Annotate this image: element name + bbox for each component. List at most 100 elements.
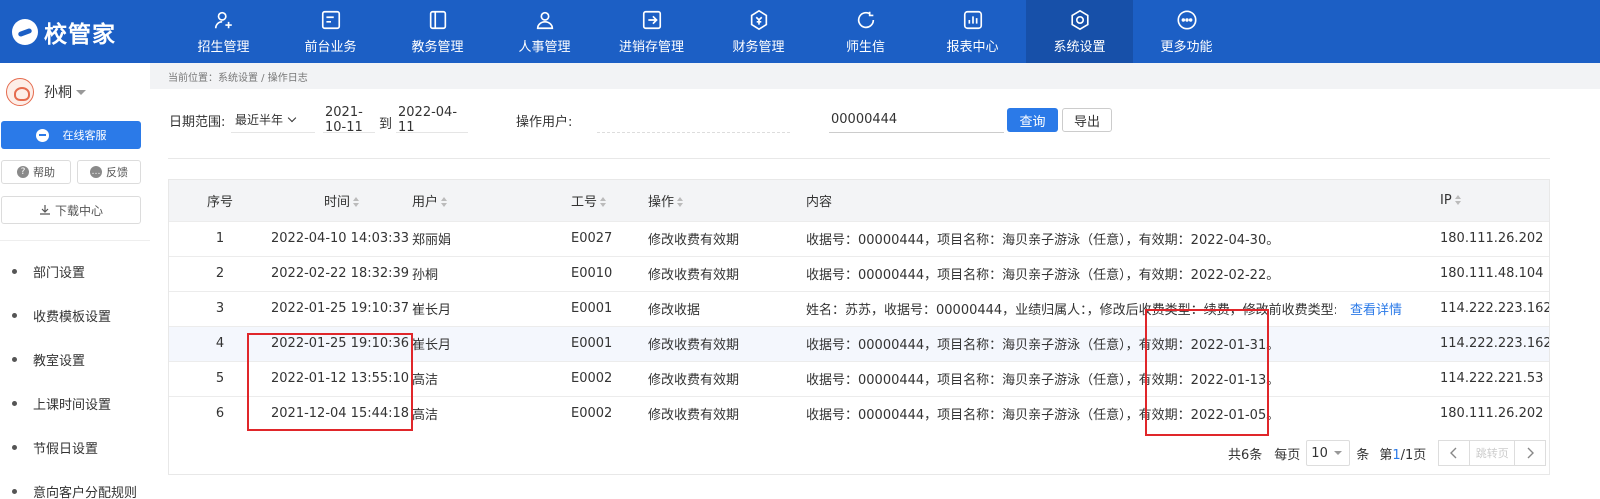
column-header-user[interactable]: 用户 xyxy=(412,180,571,221)
to-label: 到 xyxy=(379,117,393,132)
sort-icon[interactable] xyxy=(677,197,684,208)
sort-icon[interactable] xyxy=(353,197,359,208)
sidebar: 孙桐 在线客服 ? 帮助 … 反馈 下载中心 部门设置 收费模板设置 教室设置 … xyxy=(0,63,150,499)
nav-item-messages[interactable]: 师生信 xyxy=(812,0,919,63)
date-range-value: 最近半年 xyxy=(235,113,284,127)
top-navbar: 校管家 招生管理 前台业务 教务管理 人事管理 进销存管理 财务管理 师生信 报… xyxy=(0,0,1600,63)
sort-icon[interactable] xyxy=(1454,195,1461,206)
keyword-input[interactable]: 00000444 xyxy=(829,107,1004,133)
nav-label: 报表中心 xyxy=(946,39,999,55)
cell-emp: E0027 xyxy=(571,231,613,246)
cell-emp: E0010 xyxy=(571,266,613,281)
feedback-button[interactable]: … 反馈 xyxy=(77,160,141,184)
user-menu[interactable]: 孙桐 xyxy=(0,63,150,121)
keyword-value: 00000444 xyxy=(831,112,898,127)
export-button[interactable]: 导出 xyxy=(1062,108,1112,132)
date-range-label: 日期范围: xyxy=(169,115,226,130)
avatar xyxy=(6,78,34,106)
cell-emp: E0001 xyxy=(571,301,613,316)
nav-item-academic[interactable]: 教务管理 xyxy=(384,0,491,63)
menu-item-label: 意向客户分配规则 xyxy=(33,485,138,499)
cell-user: 崔长月 xyxy=(412,338,452,353)
main-content: 当前位置：系统设置 / 操作日志 日期范围: 最近半年 2021-10-11 到… xyxy=(150,63,1600,499)
feedback-label: 反馈 xyxy=(106,166,128,179)
nav-label: 前台业务 xyxy=(304,39,357,55)
filter-bar: 日期范围: 最近半年 2021-10-11 到 2022-04-11 操作用户:… xyxy=(169,103,1569,137)
help-button[interactable]: ? 帮助 xyxy=(1,160,71,184)
cell-content: 收据号：00000444，项目名称：海贝亲子游泳（任意），有效期：2022-04… xyxy=(806,233,1280,248)
menu-item-fee-template[interactable]: 收费模板设置 xyxy=(0,293,150,337)
download-center-button[interactable]: 下载中心 xyxy=(1,196,141,224)
annotation-box-expiry xyxy=(1145,309,1269,436)
cell-no: 2 xyxy=(215,266,225,281)
nav-item-hr[interactable]: 人事管理 xyxy=(491,0,598,63)
start-date-value: 2021-10-11 xyxy=(325,104,363,135)
settings-menu: 部门设置 收费模板设置 教室设置 上课时间设置 节假日设置 意向客户分配规则 xyxy=(0,241,150,499)
inventory-icon xyxy=(642,10,661,29)
pagination: 共6条 每页 10 条 第1/1页 跳转页 xyxy=(1228,439,1547,467)
view-details-link[interactable]: 查看详情 xyxy=(1350,303,1402,318)
column-header-ip[interactable]: IP xyxy=(1440,180,1549,221)
start-date-input[interactable]: 2021-10-11 xyxy=(323,104,375,135)
cell-no: 3 xyxy=(215,301,225,316)
caret-down-icon xyxy=(1333,451,1342,455)
nav-label: 财务管理 xyxy=(732,39,785,55)
menu-item-label: 节假日设置 xyxy=(33,441,99,457)
nav-label: 更多功能 xyxy=(1160,39,1213,55)
main-nav: 招生管理 前台业务 教务管理 人事管理 进销存管理 财务管理 师生信 报表中心 xyxy=(170,0,1240,63)
cell-ip: 180.111.26.202 xyxy=(1440,231,1544,246)
page-indicator: 第1/1页 xyxy=(1379,447,1427,463)
cell-ip: 114.222.221.53 xyxy=(1440,371,1544,386)
online-service-button[interactable]: 在线客服 xyxy=(1,121,141,149)
user-name: 孙桐 xyxy=(44,85,72,101)
column-header-emp[interactable]: 工号 xyxy=(571,180,648,221)
nav-item-reports[interactable]: 报表中心 xyxy=(919,0,1026,63)
menu-item-label: 收费模板设置 xyxy=(33,309,112,325)
nav-item-frontdesk[interactable]: 前台业务 xyxy=(277,0,384,63)
sort-icon[interactable] xyxy=(441,197,448,208)
menu-item-lead-rules[interactable]: 意向客户分配规则 xyxy=(0,469,150,499)
menu-item-classroom[interactable]: 教室设置 xyxy=(0,337,150,381)
column-header-time[interactable]: 时间 xyxy=(271,180,412,221)
menu-item-department[interactable]: 部门设置 xyxy=(0,249,150,293)
operator-input[interactable] xyxy=(597,107,790,133)
nav-item-settings[interactable]: 系统设置 xyxy=(1026,0,1133,63)
date-range-select[interactable]: 最近半年 xyxy=(231,107,315,133)
page-size-select[interactable]: 10 xyxy=(1306,440,1351,466)
cell-user: 高洁 xyxy=(412,373,439,388)
feedback-icon: … xyxy=(90,166,102,178)
column-header-op[interactable]: 操作 xyxy=(648,180,806,221)
total-count: 共6条 xyxy=(1228,447,1263,463)
report-icon xyxy=(963,10,982,29)
cell-op: 修改收费有效期 xyxy=(648,408,740,424)
nav-item-more[interactable]: 更多功能 xyxy=(1133,0,1240,63)
per-page-unit: 条 xyxy=(1356,447,1370,463)
divider xyxy=(168,158,1550,159)
online-service-label: 在线客服 xyxy=(62,129,107,142)
nav-item-finance[interactable]: 财务管理 xyxy=(705,0,812,63)
chat-icon xyxy=(857,11,874,28)
logo[interactable]: 校管家 xyxy=(0,0,170,63)
table-row: 3 2022-01-25 19:10:37 崔长月 E0001 修改收据 姓名：… xyxy=(169,291,1549,326)
prev-page-button[interactable] xyxy=(1438,440,1471,466)
cell-ip: 180.111.26.202 xyxy=(1440,406,1544,422)
nav-item-inventory[interactable]: 进销存管理 xyxy=(598,0,705,63)
cell-content: 收据号：00000444，项目名称：海贝亲子游泳（任意），有效期：2022-01… xyxy=(806,373,1280,388)
sort-icon[interactable] xyxy=(600,197,607,208)
cell-ip: 114.222.223.162 xyxy=(1440,301,1549,316)
query-button[interactable]: 查询 xyxy=(1007,108,1058,132)
menu-item-class-time[interactable]: 上课时间设置 xyxy=(0,381,150,425)
next-page-button[interactable] xyxy=(1514,440,1547,466)
nav-item-enrollment[interactable]: 招生管理 xyxy=(170,0,277,63)
cell-no: 1 xyxy=(215,231,225,246)
chevron-down-icon xyxy=(287,113,297,123)
menu-item-label: 部门设置 xyxy=(33,265,86,281)
cell-emp: E0002 xyxy=(571,371,613,386)
jump-page-input[interactable]: 跳转页 xyxy=(1470,440,1515,466)
cell-op: 修改收费有效期 xyxy=(648,233,740,248)
cell-time: 2022-01-25 19:10:37 xyxy=(271,301,410,316)
end-date-input[interactable]: 2022-04-11 xyxy=(396,105,468,135)
menu-item-holiday[interactable]: 节假日设置 xyxy=(0,425,150,469)
table-header-row: 序号 时间 用户 工号 操作 内容 IP xyxy=(169,180,1549,221)
annotation-box-time xyxy=(247,333,413,431)
